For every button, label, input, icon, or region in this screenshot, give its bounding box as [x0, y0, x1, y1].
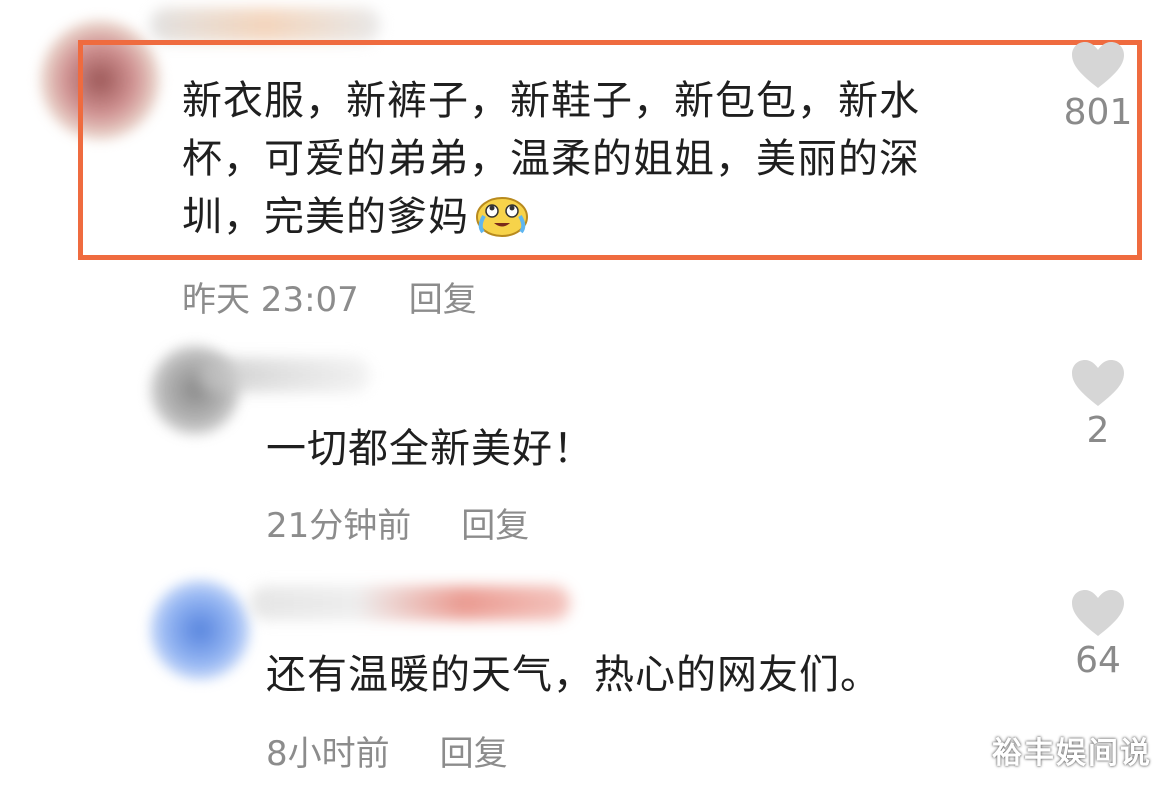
like-button[interactable]: 801: [1053, 40, 1143, 133]
watermark: 裕丰娱间说: [992, 736, 1152, 771]
username[interactable]: [200, 358, 370, 392]
comment-meta: 8小时前 回复: [266, 726, 508, 775]
username[interactable]: [250, 586, 570, 620]
reply-button[interactable]: 回复: [440, 734, 508, 774]
comment-text: 还有温暖的天气，热心的网友们。: [266, 652, 881, 698]
like-button[interactable]: 64: [1053, 588, 1143, 681]
comment-text: 一切都全新美好！: [266, 426, 594, 472]
avatar[interactable]: [150, 580, 250, 680]
like-count: 801: [1063, 92, 1133, 133]
like-count: 2: [1086, 410, 1110, 451]
comment-time: 8小时前: [266, 734, 390, 774]
comment-meta: 21分钟前 回复: [266, 498, 529, 547]
comment-item: 一切都全新美好！ 21分钟前 回复 2: [0, 330, 1170, 560]
reply-button[interactable]: 回复: [461, 506, 529, 546]
username[interactable]: [150, 8, 380, 42]
comment-meta: 昨天 23:07 回复: [182, 272, 477, 321]
like-count: 64: [1075, 640, 1121, 681]
reply-button[interactable]: 回复: [409, 280, 477, 320]
comment-time: 昨天 23:07: [182, 280, 359, 320]
heart-icon: [1072, 590, 1124, 636]
comment-time: 21分钟前: [266, 506, 412, 546]
heart-icon: [1072, 360, 1124, 406]
like-button[interactable]: 2: [1053, 358, 1143, 451]
comment-item: 新衣服，新裤子，新鞋子，新包包，新水 杯，可爱的弟弟，温柔的姐姐，美丽的深 圳，…: [0, 0, 1170, 330]
heart-icon: [1072, 42, 1124, 88]
highlight-box: [78, 40, 1142, 260]
